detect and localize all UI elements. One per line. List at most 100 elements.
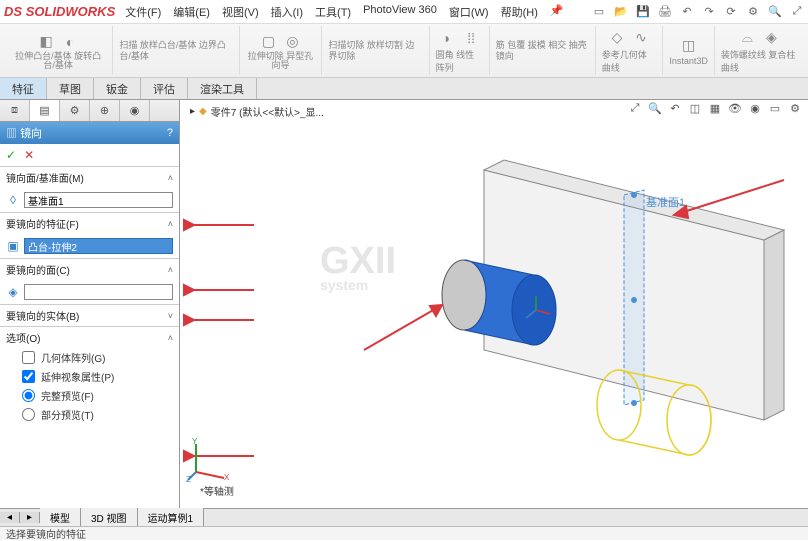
svg-text:Y: Y <box>192 437 198 446</box>
menu-help[interactable]: 帮助(H) <box>501 4 538 20</box>
ribbon-group-boss-extra[interactable]: 扫描 放样凸台/基体 边界凸台/基体 <box>113 26 239 75</box>
partial-preview-radio[interactable] <box>22 408 35 421</box>
new-icon[interactable]: ▭ <box>592 5 606 18</box>
ptab-appearance-icon[interactable]: ◉ <box>120 100 150 121</box>
cancel-button[interactable]: ✕ <box>24 148 34 162</box>
ribbon-group-cut[interactable]: ▢◎ 拉伸切除 异型孔向导 <box>240 26 323 75</box>
menu-pin-icon[interactable]: 📌 <box>550 4 564 20</box>
display-style-icon[interactable]: ▦ <box>708 102 722 115</box>
menu-tools[interactable]: 工具(T) <box>315 4 351 20</box>
chevron-down-icon: ˅ <box>168 311 173 321</box>
tab-motion[interactable]: 运动算例1 <box>138 508 205 527</box>
ribbon-group-instant3d[interactable]: ◫ Instant3D <box>663 26 715 75</box>
canvas-3d[interactable]: 基准面1 <box>180 120 808 518</box>
tab-model[interactable]: 模型 <box>40 508 81 527</box>
options-icon[interactable]: ⚙ <box>746 5 760 18</box>
curves-icon[interactable]: ∿ <box>631 28 651 48</box>
title-bar: DS SOLIDWORKS 文件(F) 编辑(E) 视图(V) 插入(I) 工具… <box>0 0 808 24</box>
title-toolbar: ▭ 📂 💾 🖨 ↶ ↷ ⟳ ⚙ 🔍 ⤢ <box>592 5 804 18</box>
hole-wizard-icon[interactable]: ◎ <box>283 32 303 52</box>
view-toolbar: ⤢ 🔍 ↶ ◫ ▦ 👁 ◉ ▭ ⚙ <box>628 102 802 115</box>
mirror-plane-input[interactable] <box>24 192 173 208</box>
ribbon-group-boss[interactable]: ◧◐ 拉伸凸台/基体 旋转凸台/基体 <box>4 26 113 75</box>
revolve-boss-icon[interactable]: ◐ <box>60 32 80 52</box>
section-header-bodies[interactable]: 要镜向的实体(B)˅ <box>0 305 179 326</box>
search-icon[interactable]: 🔍 <box>768 5 782 18</box>
breadcrumb[interactable]: ▸ ◆ 零件7 (默认<<默认>_显... <box>190 104 324 119</box>
prev-view-icon[interactable]: ↶ <box>668 102 682 115</box>
redo-icon[interactable]: ↷ <box>702 5 716 18</box>
tab-feature[interactable]: 特征 <box>0 78 47 99</box>
extrude-boss-icon[interactable]: ◧ <box>36 32 56 52</box>
print-icon[interactable]: 🖨 <box>658 5 672 18</box>
tab-sheetmetal[interactable]: 钣金 <box>94 78 141 99</box>
open-icon[interactable]: 📂 <box>614 5 628 18</box>
section-header-mirror-plane[interactable]: 镜向面/基准面(M)˄ <box>0 167 179 188</box>
section-header-features[interactable]: 要镜向的特征(F)˄ <box>0 213 179 234</box>
ribbon-label: 圆角 线性阵列 <box>436 48 483 74</box>
hide-show-icon[interactable]: 👁 <box>728 102 742 115</box>
view-settings-icon[interactable]: ⚙ <box>788 102 802 115</box>
tab-3dview[interactable]: 3D 视图 <box>81 508 138 527</box>
ribbon-group-cut-extra[interactable]: 扫描切除 放样切割 边界切除 <box>322 26 429 75</box>
zoom-fit-icon[interactable]: ⤢ <box>628 102 642 115</box>
ribbon: ◧◐ 拉伸凸台/基体 旋转凸台/基体 扫描 放样凸台/基体 边界凸台/基体 ▢◎… <box>0 24 808 78</box>
ref-geom-icon[interactable]: ◇ <box>607 28 627 48</box>
composite-curve-icon[interactable]: ◈ <box>761 28 781 48</box>
section-view-icon[interactable]: ◫ <box>688 102 702 115</box>
svg-text:X: X <box>224 473 230 482</box>
ptab-dim-icon[interactable]: ⊕ <box>90 100 120 121</box>
view-triad[interactable]: Y X Z <box>186 436 232 482</box>
app-logo: DS SOLIDWORKS <box>4 4 115 19</box>
menu-window[interactable]: 窗口(W) <box>449 4 489 20</box>
menu-insert[interactable]: 插入(I) <box>271 4 303 20</box>
tab-render[interactable]: 渲染工具 <box>188 78 257 99</box>
geom-pattern-checkbox[interactable] <box>22 351 35 364</box>
expand-icon[interactable]: ⤢ <box>790 5 804 18</box>
ptab-feature-tree-icon[interactable]: ⧈ <box>0 100 30 121</box>
pattern-icon[interactable]: ⁞⁞ <box>461 28 481 48</box>
appearance-icon[interactable]: ◉ <box>748 102 762 115</box>
features-input[interactable] <box>24 238 173 254</box>
panel-tabs: ⧈ ▤ ⚙ ⊕ ◉ <box>0 100 179 122</box>
tab-evaluate[interactable]: 评估 <box>141 78 188 99</box>
expand-tree-icon[interactable]: ▸ <box>190 106 195 117</box>
section-header-faces[interactable]: 要镜向的面(C)˄ <box>0 259 179 280</box>
panel-title: 镜向 <box>20 128 42 140</box>
instant3d-icon[interactable]: ◫ <box>679 36 699 56</box>
ptab-config-icon[interactable]: ⚙ <box>60 100 90 121</box>
section-header-options[interactable]: 选项(O)˄ <box>0 327 179 348</box>
thread-icon[interactable]: ⌓ <box>737 28 757 48</box>
viewport[interactable]: ▸ ◆ 零件7 (默认<<默认>_显... ⤢ 🔍 ↶ ◫ ▦ 👁 ◉ ▭ ⚙ … <box>180 100 808 518</box>
undo-icon[interactable]: ↶ <box>680 5 694 18</box>
plane-label: 基准面1 <box>646 196 685 209</box>
menu-photoview[interactable]: PhotoView 360 <box>363 4 437 20</box>
opt-label: 完整预览(F) <box>41 388 94 403</box>
ribbon-group-fillet-extra[interactable]: 筋 包覆 拔模 相交 抽壳 镜向 <box>490 26 596 75</box>
menu-view[interactable]: 视图(V) <box>222 4 259 20</box>
ribbon-group-ref[interactable]: ◇∿ 参考几何体 曲线 <box>596 26 664 75</box>
menu-edit[interactable]: 编辑(E) <box>173 4 210 20</box>
opt-label: 部分预览(T) <box>41 407 94 422</box>
zoom-area-icon[interactable]: 🔍 <box>648 102 662 115</box>
ribbon-group-fillet[interactable]: ◗⁞⁞ 圆角 线性阵列 <box>430 26 490 75</box>
ribbon-group-thread[interactable]: ⌓◈ 装饰螺纹线 复合柱曲线 <box>715 26 804 75</box>
propagate-vis-checkbox[interactable] <box>22 370 35 383</box>
scene-icon[interactable]: ▭ <box>768 102 782 115</box>
ribbon-label: 装饰螺纹线 复合柱曲线 <box>721 48 798 74</box>
scroll-right-icon[interactable]: ▸ <box>20 512 40 523</box>
tab-sketch[interactable]: 草图 <box>47 78 94 99</box>
scroll-left-icon[interactable]: ◂ <box>0 512 20 523</box>
full-preview-radio[interactable] <box>22 389 35 402</box>
save-icon[interactable]: 💾 <box>636 5 650 18</box>
fillet-icon[interactable]: ◗ <box>437 28 457 48</box>
help-icon[interactable]: ? <box>167 127 173 139</box>
extrude-cut-icon[interactable]: ▢ <box>259 32 279 52</box>
ok-button[interactable]: ✓ <box>6 148 16 162</box>
status-text: 选择要镜向的特征 <box>6 526 86 541</box>
chevron-up-icon: ˄ <box>168 173 173 183</box>
rebuild-icon[interactable]: ⟳ <box>724 5 738 18</box>
menu-file[interactable]: 文件(F) <box>125 4 161 20</box>
faces-input[interactable] <box>24 284 173 300</box>
ptab-property-icon[interactable]: ▤ <box>30 100 60 121</box>
